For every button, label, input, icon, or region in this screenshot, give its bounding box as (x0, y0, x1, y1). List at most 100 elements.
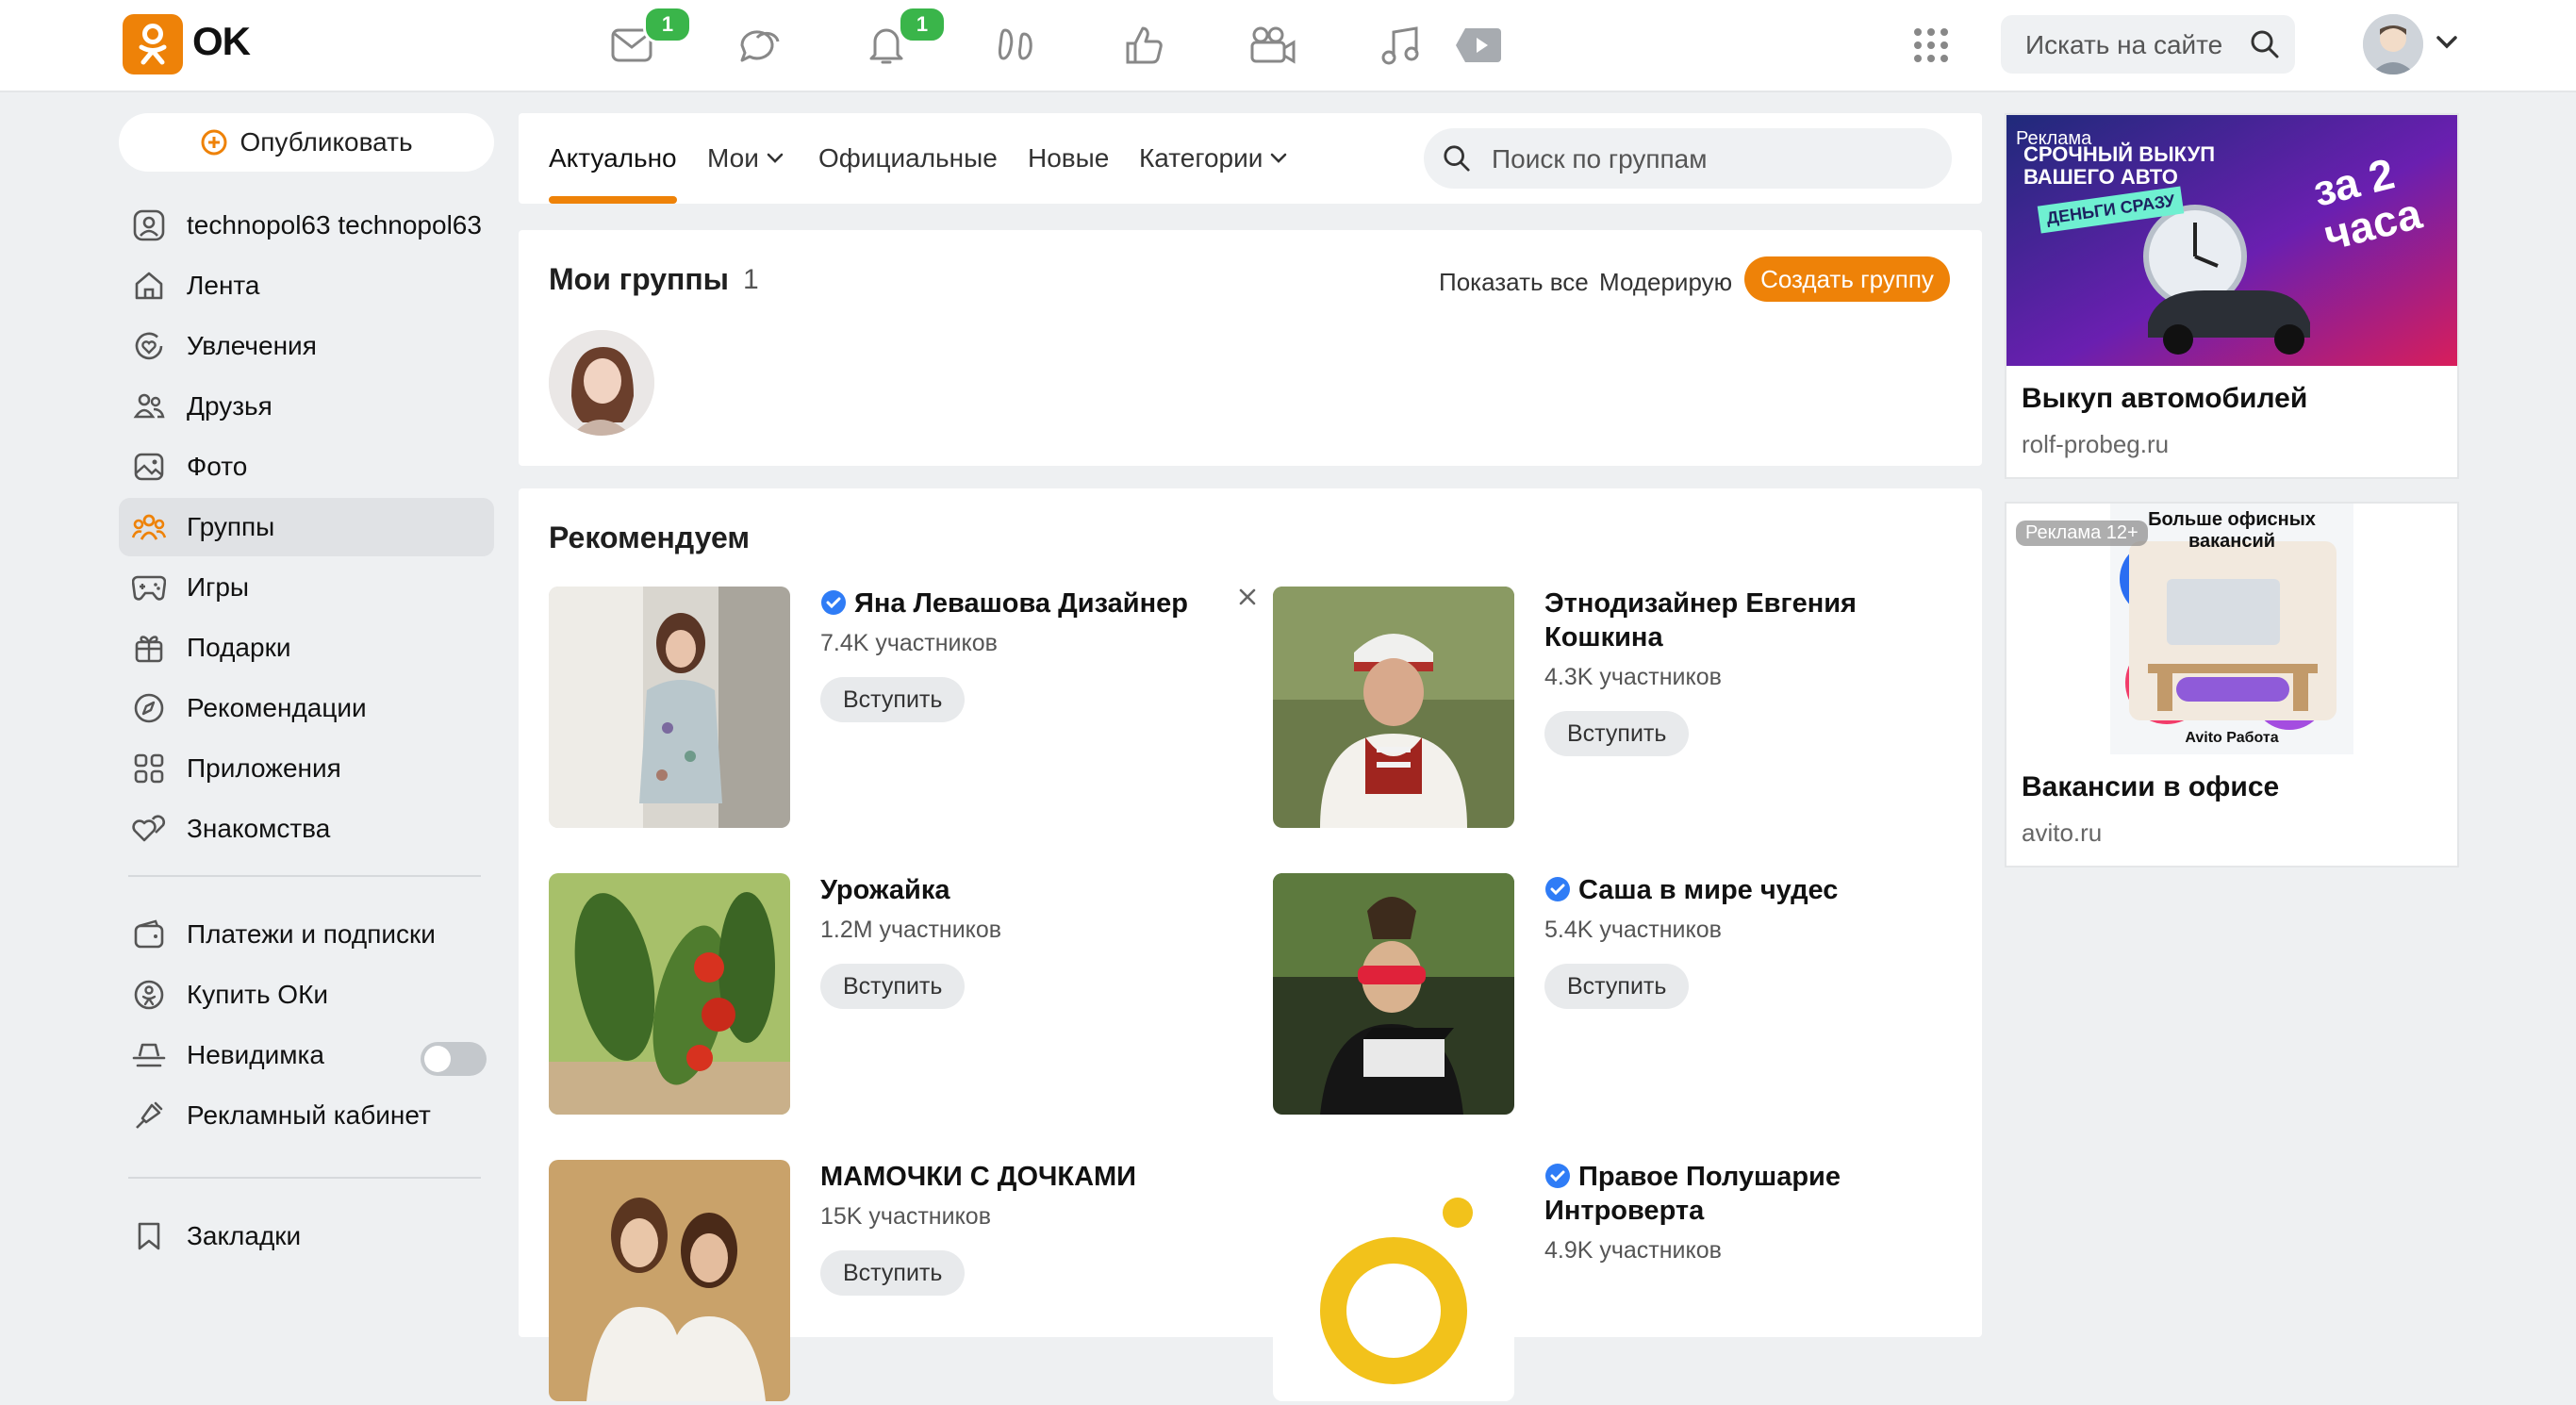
group-name[interactable]: Этнодизайнер Евгения Кошкина (1544, 587, 1940, 654)
verified-icon (820, 589, 847, 616)
ad-domain[interactable]: avito.ru (2022, 818, 2102, 848)
plus-circle-icon (200, 128, 228, 157)
group-members: 4.9K участников (1544, 1237, 1722, 1264)
search-icon[interactable] (2250, 29, 2280, 59)
sidebar-item-games[interactable]: Игры (119, 558, 494, 617)
group-thumbnail[interactable] (1273, 1160, 1514, 1401)
sidebar-item-groups[interactable]: Группы (119, 498, 494, 556)
wallet-icon (130, 916, 168, 953)
my-groups-title: Мои группы (549, 262, 729, 296)
sidebar-item-buy-oks[interactable]: Купить ОКи (119, 966, 494, 1024)
join-button[interactable]: Вступить (1544, 711, 1690, 756)
group-name-text: Правое Полушарие Интроверта (1544, 1162, 1841, 1226)
tab-actual[interactable]: Актуально (549, 143, 677, 174)
sidebar-item-label: Фото (187, 452, 248, 481)
notifications-badge: 1 (898, 6, 947, 43)
moderate-link[interactable]: Модерирую (1599, 268, 1732, 297)
logo-text[interactable]: OK (192, 19, 251, 64)
sidebar-item-photo[interactable]: Фото (119, 438, 494, 496)
tab-official[interactable]: Официальные (818, 143, 998, 174)
notifications-icon[interactable]: 1 (860, 6, 947, 72)
like-events-icon[interactable] (1118, 19, 1171, 72)
gift-icon (130, 629, 168, 667)
group-thumbnail[interactable] (1273, 587, 1514, 828)
join-button[interactable]: Вступить (820, 1250, 966, 1296)
group-thumbnail[interactable] (549, 587, 790, 828)
sidebar-item-payments[interactable]: Платежи и подписки (119, 905, 494, 964)
group-name[interactable]: Урожайка (820, 873, 1216, 907)
publish-button[interactable]: Опубликовать (119, 113, 494, 172)
create-group-button[interactable]: Создать группу (1744, 256, 1950, 302)
ad-card-car[interactable]: Реклама СРОЧНЫЙ ВЫКУП ВАШЕГО АВТО ДЕНЬГИ… (2005, 113, 2459, 479)
tab-new[interactable]: Новые (1028, 143, 1109, 174)
sidebar-item-label: Рекомендации (187, 693, 367, 722)
group-search[interactable] (1424, 128, 1952, 190)
sidebar-item-dating[interactable]: Знакомства (119, 800, 494, 858)
ad-domain[interactable]: rolf-probeg.ru (2022, 430, 2169, 459)
group-name[interactable]: Саша в мире чудес (1544, 873, 1940, 907)
group-thumbnail[interactable] (549, 1160, 790, 1401)
sidebar-item-hobbies[interactable]: Увлечения (119, 317, 494, 375)
messages-icon[interactable]: 1 (605, 6, 692, 72)
ad-banner-avito[interactable]: Реклама 12+ Больше офисных вакансий Avit… (2006, 504, 2457, 754)
sidebar-item-label: Группы (187, 512, 275, 541)
sidebar-item-label: technopol63 technopol63 (187, 210, 482, 240)
ad-banner-car[interactable]: Реклама СРОЧНЫЙ ВЫКУП ВАШЕГО АВТО ДЕНЬГИ… (2006, 115, 2457, 366)
invisible-toggle[interactable] (421, 1042, 487, 1076)
sidebar-item-recommendations[interactable]: Рекомендации (119, 679, 494, 737)
sidebar-item-bookmarks[interactable]: Закладки (119, 1207, 494, 1265)
sidebar-item-ads-cabinet[interactable]: Рекламный кабинет (119, 1086, 494, 1145)
group-name[interactable]: Яна Левашова Дизайнер (820, 587, 1216, 620)
group-search-input[interactable] (1490, 128, 1937, 190)
recommended-section: Рекомендуем Яна Левашова Дизайнер 7.4K у… (519, 488, 1982, 1401)
coin-icon (130, 976, 168, 1014)
ok-logo-icon[interactable] (123, 14, 183, 74)
ad-title[interactable]: Вакансии в офисе (2022, 771, 2279, 803)
ad-banner-brand: Avito Работа (2185, 730, 2279, 746)
my-group-avatar[interactable] (549, 330, 654, 436)
sidebar-item-feed[interactable]: Лента (119, 256, 494, 315)
group-card: Этнодизайнер Евгения Кошкина 4.3K участн… (1273, 587, 1952, 832)
toggle-knob (424, 1046, 451, 1072)
group-name[interactable]: МАМОЧКИ С ДОЧКАМИ (820, 1160, 1216, 1194)
apps-grid-icon[interactable] (1905, 19, 1957, 72)
join-button[interactable]: Вступить (820, 964, 966, 1009)
group-thumbnail[interactable] (1273, 873, 1514, 1115)
ad-title[interactable]: Выкуп автомобилей (2022, 383, 2307, 415)
group-card: Яна Левашова Дизайнер 7.4K участников Вс… (549, 587, 1256, 832)
top-bar: OK 1 1 (0, 0, 2576, 92)
ad-banner-headline: Больше офисных вакансий (2148, 509, 2316, 552)
show-all-link[interactable]: Показать все (1439, 268, 1589, 297)
sidebar-item-label: Друзья (187, 391, 272, 421)
video-player-icon[interactable] (1452, 19, 1505, 72)
sidebar-item-friends[interactable]: Друзья (119, 377, 494, 436)
join-button[interactable]: Вступить (1544, 964, 1690, 1009)
sidebar-item-invisible[interactable]: Невидимка (119, 1026, 402, 1084)
discussions-icon[interactable] (734, 19, 786, 72)
sidebar-item-profile[interactable]: technopol63 technopol63 (119, 196, 494, 255)
join-button[interactable]: Вступить (820, 677, 966, 722)
tab-categories[interactable]: Категории (1139, 143, 1287, 174)
group-name[interactable]: Правое Полушарие Интроверта (1544, 1160, 1940, 1228)
photo-icon (130, 448, 168, 486)
video-camera-icon[interactable] (1247, 19, 1299, 72)
chevron-down-icon[interactable] (2436, 36, 2457, 49)
active-tab-indicator (549, 196, 677, 204)
close-icon[interactable] (1237, 587, 1258, 607)
group-members: 1.2M участников (820, 917, 1002, 943)
sidebar-item-gifts[interactable]: Подарки (119, 619, 494, 677)
publish-label: Опубликовать (239, 127, 413, 157)
site-search-input[interactable] (2023, 15, 2254, 75)
sidebar-item-label: Платежи и подписки (187, 919, 436, 949)
sidebar-item-apps[interactable]: Приложения (119, 739, 494, 798)
user-avatar[interactable] (2363, 14, 2423, 74)
music-icon[interactable] (1375, 19, 1428, 72)
site-search[interactable] (2001, 15, 2295, 75)
ad-card-avito[interactable]: Реклама 12+ Больше офисных вакансий Avit… (2005, 502, 2459, 868)
group-thumbnail[interactable] (549, 873, 790, 1115)
sidebar-item-label: Игры (187, 572, 250, 602)
tab-mine[interactable]: Мои (707, 143, 784, 174)
guests-icon[interactable] (990, 19, 1043, 72)
chevron-down-icon (1270, 153, 1287, 164)
search-icon (1443, 144, 1471, 173)
